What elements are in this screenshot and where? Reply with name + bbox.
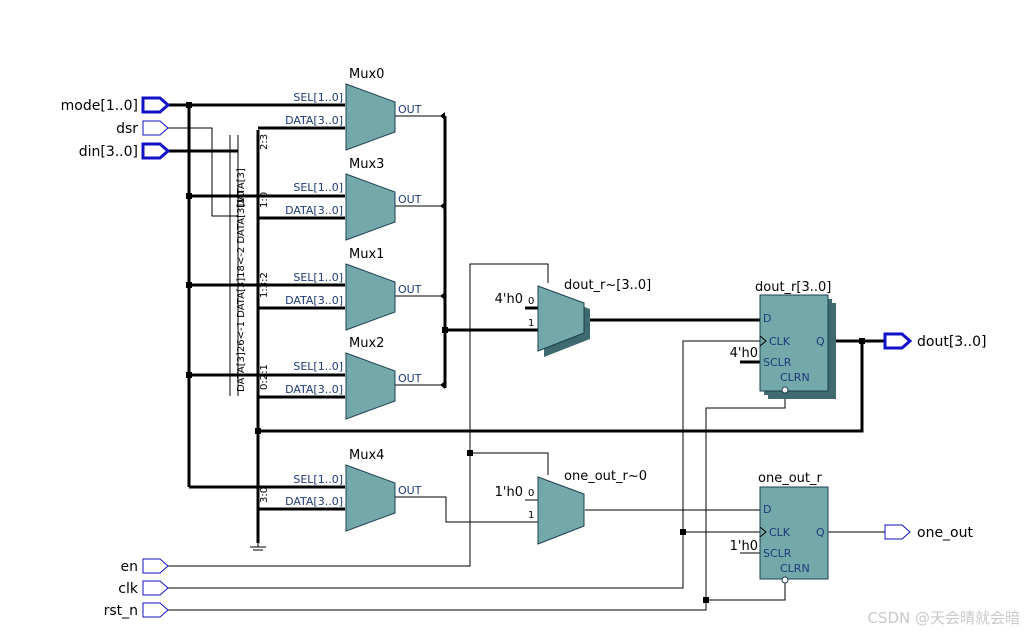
bus-label-0-2-1: 0:2:1 xyxy=(259,364,270,390)
dout-register-name: dout_r[3..0] xyxy=(755,280,831,295)
mux3-block[interactable]: Mux3 SEL[1..0] DATA[3..0] OUT xyxy=(285,157,422,241)
mux0-sel-pin: SEL[1..0] xyxy=(293,91,343,104)
mux1-data-pin: DATA[3..0] xyxy=(285,294,343,307)
bus-label-1-0: 1:0 xyxy=(259,192,270,208)
one-out-register[interactable]: one_out_r D CLK SCLR CLRN Q 1'h0 xyxy=(730,471,829,584)
mux4-block[interactable]: Mux4 SEL[1..0] DATA[3..0] OUT xyxy=(285,448,422,532)
dout-register-sclr-const: 4'h0 xyxy=(730,346,758,361)
port-rst-n[interactable]: rst_n xyxy=(104,602,169,619)
wire-mux-outs xyxy=(395,115,445,386)
dout-select-in0: 0 xyxy=(528,296,534,307)
one-select-const: 1'h0 xyxy=(495,485,523,500)
port-one-out-label: one_out xyxy=(917,525,973,541)
one-out-register-clrn-bubble xyxy=(781,576,789,584)
mux0-out-pin: OUT xyxy=(398,103,422,116)
one-out-register-q: Q xyxy=(816,526,825,539)
port-dsr-label: dsr xyxy=(116,121,138,137)
bus-label-1-3-2: 1:3:2 xyxy=(259,272,270,298)
mux2-block[interactable]: Mux2 SEL[1..0] DATA[3..0] OUT xyxy=(285,336,422,420)
mux4-name: Mux4 xyxy=(349,448,384,463)
dout-register-sclr: SCLR xyxy=(763,356,792,369)
port-dout[interactable]: dout[3..0] xyxy=(883,332,986,350)
dout-register-clrn: CLRN xyxy=(780,371,810,384)
port-mode[interactable]: mode[1..0] xyxy=(61,96,171,114)
mux3-name: Mux3 xyxy=(349,157,384,172)
mux3-sel-pin: SEL[1..0] xyxy=(293,181,343,194)
one-out-register-d: D xyxy=(763,503,771,516)
mux4-sel-pin: SEL[1..0] xyxy=(293,473,343,486)
one-select-in0: 0 xyxy=(528,488,534,499)
one-out-register-sclr: SCLR xyxy=(763,547,792,560)
port-one-out[interactable]: one_out xyxy=(884,524,973,541)
bus-label-routing: DATA[3]26<-1 DATA[3]18<-2 DATA[3]10 xyxy=(236,191,247,392)
dout-select-in1: 1 xyxy=(528,318,534,329)
mux0-block[interactable]: Mux0 SEL[1..0] DATA[3..0] OUT xyxy=(285,67,422,151)
mux3-data-pin: DATA[3..0] xyxy=(285,204,343,217)
mux2-name: Mux2 xyxy=(349,336,384,351)
one-select-in1: 1 xyxy=(528,510,534,521)
mux3-out-pin: OUT xyxy=(398,193,422,206)
wire-mux4-to-one xyxy=(395,496,538,523)
port-clk-label: clk xyxy=(118,581,139,597)
dout-select-name: dout_r~[3..0] xyxy=(564,278,651,293)
one-select-name: one_out_r~0 xyxy=(564,469,647,484)
wire-dsr xyxy=(168,127,238,217)
mux0-data-pin: DATA[3..0] xyxy=(285,114,343,127)
dout-register-clk: CLK xyxy=(769,335,791,348)
port-en-label: en xyxy=(121,559,139,575)
ground-icon xyxy=(250,543,266,551)
port-dsr[interactable]: dsr xyxy=(116,120,169,137)
mux1-name: Mux1 xyxy=(349,247,384,262)
dout-register[interactable]: dout_r[3..0] D CLK SCLR CLRN Q 4'h0 xyxy=(730,280,836,399)
one-out-register-sclr-const: 1'h0 xyxy=(730,539,758,554)
mux2-out-pin: OUT xyxy=(398,372,422,385)
bus-label-3-0: 3:0 xyxy=(259,487,270,503)
mux4-data-pin: DATA[3..0] xyxy=(285,495,343,508)
port-mode-label: mode[1..0] xyxy=(61,98,138,114)
schematic-canvas: mode[1..0] dsr din[3..0] en clk rst_n do… xyxy=(61,67,1020,627)
wire-sel-buses xyxy=(189,194,345,489)
mux4-out-pin: OUT xyxy=(398,484,422,497)
dout-select-const: 4'h0 xyxy=(495,292,523,307)
mux2-data-pin: DATA[3..0] xyxy=(285,383,343,396)
port-din-label: din[3..0] xyxy=(79,144,138,160)
wire-en-one xyxy=(470,452,549,475)
dout-register-q: Q xyxy=(816,335,825,348)
one-out-register-name: one_out_r xyxy=(758,471,822,486)
dout-register-d: D xyxy=(763,312,771,325)
port-dout-label: dout[3..0] xyxy=(917,334,986,350)
mux2-sel-pin: SEL[1..0] xyxy=(293,360,343,373)
port-clk[interactable]: clk xyxy=(118,580,169,597)
one-select-mux[interactable]: one_out_r~0 1'h0 0 1 xyxy=(495,469,647,545)
one-out-register-clrn: CLRN xyxy=(780,562,810,575)
dout-select-mux[interactable]: dout_r~[3..0] 4'h0 0 1 xyxy=(495,278,652,357)
bus-label-routing-2: DATA[3] xyxy=(236,168,247,208)
mux1-block[interactable]: Mux1 SEL[1..0] DATA[3..0] OUT xyxy=(285,247,422,331)
bus-label-2-3: 2:3 xyxy=(259,134,270,150)
dout-register-clrn-bubble xyxy=(781,386,789,394)
one-out-register-clk: CLK xyxy=(769,526,791,539)
watermark: CSDN @天会晴就会暗 xyxy=(867,609,1020,627)
port-din[interactable]: din[3..0] xyxy=(79,142,171,160)
mux1-out-pin: OUT xyxy=(398,283,422,296)
port-en[interactable]: en xyxy=(121,558,169,575)
mux0-name: Mux0 xyxy=(349,67,384,82)
mux1-sel-pin: SEL[1..0] xyxy=(293,271,343,284)
port-rst-n-label: rst_n xyxy=(104,603,138,619)
